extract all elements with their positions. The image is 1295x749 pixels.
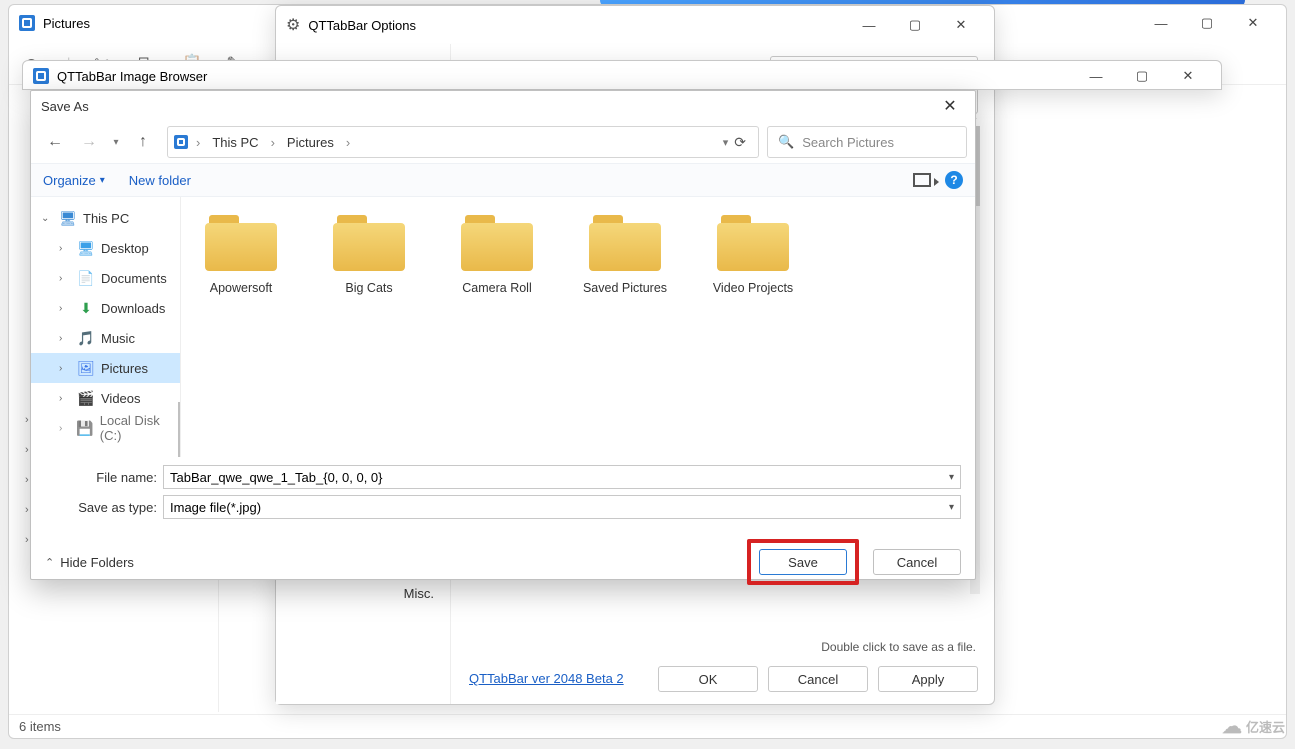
browser-title: QTTabBar Image Browser bbox=[57, 69, 207, 84]
apply-button[interactable]: Apply bbox=[878, 666, 978, 692]
tree-music[interactable]: ›🎵Music bbox=[31, 323, 180, 353]
save-as-dialog: Save As ✕ ← → ▾ ↑ This PC Pictures ▾ ⟳ Se… bbox=[30, 90, 976, 580]
filetype-input[interactable]: Image file(*.jpg)▾ bbox=[163, 495, 961, 519]
save-hint: Double click to save as a file. bbox=[821, 640, 976, 654]
folder-apowersoft[interactable]: Apowersoft bbox=[191, 215, 291, 295]
saveas-fields: File name: TabBar_qwe_qwe_1_Tab_{0, 0, 0… bbox=[31, 457, 975, 529]
filetype-label: Save as type: bbox=[45, 500, 157, 515]
saveas-close-icon[interactable]: ✕ bbox=[935, 96, 965, 116]
saveas-nav: ← → ▾ ↑ This PC Pictures ▾ ⟳ Search Pictu… bbox=[31, 121, 975, 163]
options-maximize[interactable]: ▢ bbox=[892, 9, 938, 41]
breadcrumb-root[interactable]: This PC bbox=[208, 135, 262, 150]
folder-saved-pictures[interactable]: Saved Pictures bbox=[575, 215, 675, 295]
gear-icon bbox=[286, 15, 300, 35]
explorer-close[interactable]: ✕ bbox=[1230, 7, 1276, 39]
breadcrumb-icon bbox=[174, 135, 188, 149]
nav-forward-icon: → bbox=[73, 126, 105, 158]
tree-scrollbar[interactable] bbox=[178, 402, 181, 457]
folder-icon bbox=[205, 215, 277, 271]
explorer-status: 6 items bbox=[9, 714, 1286, 738]
folder-icon bbox=[461, 215, 533, 271]
breadcrumb-current[interactable]: Pictures bbox=[283, 135, 338, 150]
saveas-title: Save As bbox=[41, 99, 89, 114]
view-mode-icon[interactable] bbox=[913, 173, 931, 187]
chevron-down-icon[interactable]: ▾ bbox=[949, 502, 954, 513]
tree-this-pc[interactable]: ⌄🖥This PC bbox=[31, 203, 180, 233]
filename-input[interactable]: TabBar_qwe_qwe_1_Tab_{0, 0, 0, 0}▾ bbox=[163, 465, 961, 489]
browser-close[interactable]: ✕ bbox=[1165, 60, 1211, 92]
breadcrumb[interactable]: This PC Pictures ▾ ⟳ bbox=[167, 126, 759, 158]
image-browser-window: QTTabBar Image Browser — ▢ ✕ bbox=[22, 60, 1222, 90]
tree-local-disk[interactable]: ›💾Local Disk (C:) bbox=[31, 413, 180, 443]
explorer-maximize[interactable]: ▢ bbox=[1184, 7, 1230, 39]
refresh-icon[interactable]: ⟳ bbox=[734, 134, 746, 151]
browser-app-icon bbox=[33, 68, 49, 84]
nav-back-icon[interactable]: ← bbox=[39, 126, 71, 158]
organize-button[interactable]: Organize▾ bbox=[43, 173, 105, 188]
saveas-footer: ⌃Hide Folders Save Cancel bbox=[31, 529, 975, 597]
browser-maximize[interactable]: ▢ bbox=[1119, 60, 1165, 92]
save-button[interactable]: Save bbox=[759, 549, 847, 575]
tree-desktop[interactable]: ›🖥Desktop bbox=[31, 233, 180, 263]
breadcrumb-dropdown-icon[interactable]: ▾ bbox=[723, 136, 729, 149]
new-folder-button[interactable]: New folder bbox=[129, 173, 191, 188]
folder-icon bbox=[717, 215, 789, 271]
folder-icon bbox=[589, 215, 661, 271]
tree-downloads[interactable]: ›⬇Downloads bbox=[31, 293, 180, 323]
save-highlight: Save bbox=[747, 539, 859, 585]
explorer-minimize[interactable]: — bbox=[1138, 7, 1184, 39]
browser-minimize[interactable]: — bbox=[1073, 60, 1119, 92]
filename-label: File name: bbox=[45, 470, 157, 485]
options-title: QTTabBar Options bbox=[308, 18, 416, 33]
saveas-header: Save As ✕ bbox=[31, 91, 975, 121]
tree-pictures[interactable]: ›🖼Pictures bbox=[31, 353, 180, 383]
explorer-title: Pictures bbox=[43, 16, 90, 31]
version-link[interactable]: QTTabBar ver 2048 Beta 2 bbox=[469, 671, 624, 686]
chevron-down-icon[interactable]: ▾ bbox=[949, 472, 954, 483]
cancel-button[interactable]: Cancel bbox=[768, 666, 868, 692]
folder-content: Apowersoft Big Cats Camera Roll Saved Pi… bbox=[181, 197, 975, 457]
folder-tree: ⌄🖥This PC ›🖥Desktop ›📄Documents ›⬇Downlo… bbox=[31, 197, 181, 457]
saveas-cancel-button[interactable]: Cancel bbox=[873, 549, 961, 575]
options-titlebar: QTTabBar Options — ▢ ✕ bbox=[276, 6, 994, 44]
watermark: 亿速云 bbox=[1222, 714, 1285, 739]
tree-documents[interactable]: ›📄Documents bbox=[31, 263, 180, 293]
folder-video-projects[interactable]: Video Projects bbox=[703, 215, 803, 295]
hide-folders-button[interactable]: ⌃Hide Folders bbox=[45, 555, 134, 570]
ok-button[interactable]: OK bbox=[658, 666, 758, 692]
tree-videos[interactable]: ›🎬Videos bbox=[31, 383, 180, 413]
nav-history-dropdown[interactable]: ▾ bbox=[107, 137, 125, 148]
search-input[interactable]: Search Pictures bbox=[767, 126, 967, 158]
help-icon[interactable]: ? bbox=[945, 171, 963, 189]
explorer-app-icon bbox=[19, 15, 35, 31]
options-close[interactable]: ✕ bbox=[938, 9, 984, 41]
nav-up-icon[interactable]: ↑ bbox=[127, 126, 159, 158]
folder-big-cats[interactable]: Big Cats bbox=[319, 215, 419, 295]
saveas-toolbar: Organize▾ New folder ? bbox=[31, 163, 975, 197]
folder-camera-roll[interactable]: Camera Roll bbox=[447, 215, 547, 295]
folder-icon bbox=[333, 215, 405, 271]
options-minimize[interactable]: — bbox=[846, 9, 892, 41]
